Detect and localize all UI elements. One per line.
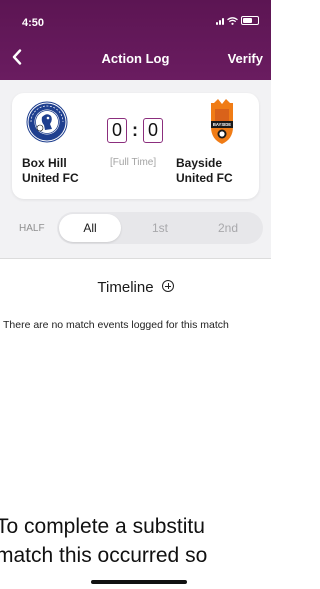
instruction-text: To complete a substitu match this occurr…	[0, 512, 286, 570]
timeline-title: Timeline	[97, 279, 154, 296]
half-option-all[interactable]: All	[59, 214, 121, 242]
half-option-1st[interactable]: 1st	[129, 214, 191, 242]
app-header: 4:50 Action Log Verify	[0, 0, 271, 80]
away-team-name-line1: Bayside	[176, 156, 223, 170]
half-filter-segmented-control: All 1st 2nd	[57, 212, 263, 244]
instruction-line-1: To complete a substitu	[0, 515, 205, 538]
away-score: 0	[143, 118, 163, 143]
status-icons	[216, 16, 259, 25]
home-indicator[interactable]	[91, 580, 187, 584]
home-team-name: Box Hill United FC	[22, 156, 79, 186]
instruction-line-2: match this occurred so	[0, 544, 208, 567]
home-team-name-line1: Box Hill	[22, 156, 67, 170]
signal-icon	[216, 17, 224, 25]
add-circle-icon[interactable]	[161, 280, 174, 292]
timeline-heading: Timeline	[0, 279, 271, 296]
home-score: 0	[107, 118, 127, 143]
battery-icon	[241, 16, 259, 25]
bayside-crest-icon: BAYSIDE	[211, 99, 233, 144]
status-time: 4:50	[22, 17, 45, 29]
away-team-name-line2: United FC	[176, 171, 233, 185]
svg-text:BAYSIDE: BAYSIDE	[213, 122, 231, 127]
score-separator: :	[132, 120, 138, 140]
match-status: [Full Time]	[110, 157, 157, 168]
half-option-2nd[interactable]: 2nd	[197, 214, 259, 242]
score-card: BAYSIDE 0 : 0 [Full Time] Box Hill Unite…	[12, 93, 259, 199]
verify-button[interactable]: Verify	[228, 51, 263, 66]
wifi-icon	[227, 16, 238, 25]
box-hill-crest-icon	[26, 101, 68, 143]
away-team-name: Bayside United FC	[176, 156, 233, 186]
empty-timeline-message: There are no match events logged for thi…	[3, 319, 229, 331]
section-divider	[0, 258, 271, 259]
scoreline: 0 : 0	[107, 118, 163, 143]
half-filter-label: HALF	[19, 223, 45, 234]
home-team-name-line2: United FC	[22, 171, 79, 185]
